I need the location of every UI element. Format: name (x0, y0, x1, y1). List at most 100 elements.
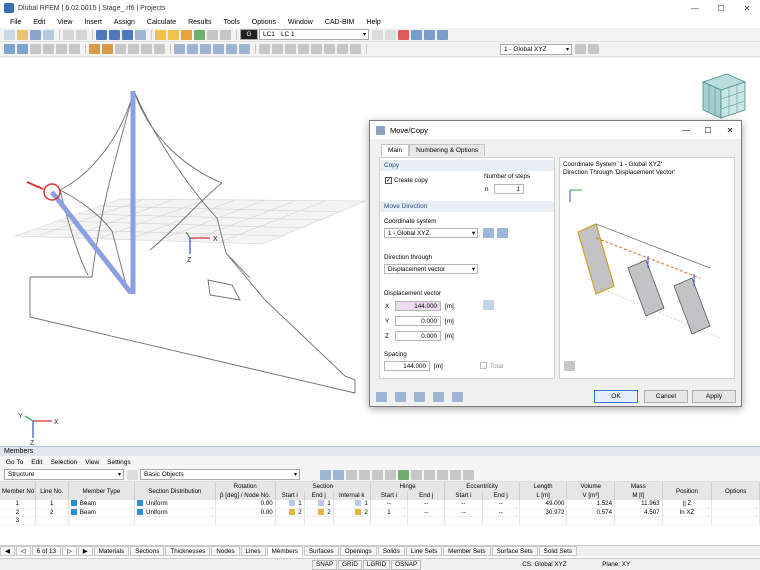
cell-rotation[interactable]: 0.00 (215, 500, 276, 509)
snap-toggle[interactable]: SNAP (312, 559, 338, 570)
table-tool-icon-7[interactable] (437, 469, 448, 480)
tab-openings[interactable]: Openings (339, 546, 377, 556)
direction-through-dropdown[interactable]: Displacement vector ▾ (384, 264, 478, 274)
dialog-title-bar[interactable]: Move/Copy — ☐ ✕ (370, 121, 741, 139)
redo-icon[interactable] (76, 29, 87, 40)
nav-last-icon[interactable]: ▶ (77, 546, 93, 556)
display-icon-6[interactable] (239, 44, 250, 54)
surface-icon[interactable] (69, 44, 80, 54)
grid-toggle[interactable]: GRID (338, 559, 362, 570)
result-icon[interactable] (411, 29, 422, 40)
osnap-toggle[interactable]: OSNAP (391, 559, 422, 570)
members-menu-goto[interactable]: Go To (2, 459, 27, 466)
total-checkbox[interactable] (480, 362, 487, 369)
members-menu-settings[interactable]: Settings (103, 459, 135, 466)
excel-icon[interactable] (398, 469, 409, 480)
cell-line-no[interactable]: 1 (35, 500, 69, 509)
tab-surfaces[interactable]: Surfaces (303, 546, 339, 556)
cell-position[interactable]: In XZ (662, 508, 713, 517)
menu-calculate[interactable]: Calculate (141, 19, 182, 26)
cell-volume[interactable]: 1.524 (566, 500, 616, 509)
cell-ecc-start[interactable] (444, 516, 483, 525)
tab-materials[interactable]: Materials (93, 546, 130, 556)
display-icon[interactable] (174, 44, 185, 54)
cell-mass[interactable]: 4.507 (614, 508, 663, 517)
cell-rotation[interactable] (215, 516, 276, 525)
check-icon[interactable] (194, 29, 205, 40)
menu-options[interactable]: Options (246, 19, 282, 26)
measure-icon-3[interactable] (285, 44, 296, 54)
edit-icon-4[interactable] (154, 44, 165, 54)
members-menu-view[interactable]: View (81, 459, 103, 466)
cell-rotation[interactable]: 0.00 (215, 508, 276, 517)
cell-ecc-end[interactable]: -- (482, 508, 520, 517)
cell-member-no[interactable]: 3 (0, 516, 36, 525)
table-tool-icon-5[interactable] (411, 469, 422, 480)
menu-cad-bim[interactable]: CAD-BIM (319, 19, 361, 26)
structure-dropdown[interactable]: Structure ▾ (4, 469, 124, 480)
new-file-icon[interactable] (4, 29, 15, 40)
cell-hinge-start[interactable] (370, 516, 409, 525)
menu-file[interactable]: File (4, 19, 27, 26)
cell-options[interactable] (711, 508, 760, 517)
result-display-icon[interactable] (398, 29, 409, 40)
table-row[interactable]: 2 2 Beam Uniform 0.00 2 2 2 1 -- -- -- 3… (0, 508, 760, 517)
measure-icon-5[interactable] (311, 44, 322, 54)
cell-hinge-start[interactable]: 1 (370, 508, 409, 517)
display-icon-2[interactable] (187, 44, 198, 54)
cell-volume[interactable]: 0.574 (566, 508, 616, 517)
z-displacement-input[interactable]: 0.000 (395, 331, 441, 341)
apply-button[interactable]: Apply (692, 390, 736, 403)
node-icon[interactable] (30, 44, 41, 54)
tab-nodes[interactable]: Nodes (211, 546, 240, 556)
cell-length[interactable]: 30.972 (519, 508, 568, 517)
filter-icon[interactable] (320, 469, 331, 480)
view-icon[interactable] (96, 29, 107, 40)
cell-section-internal[interactable]: 2 (333, 508, 371, 517)
cell-member-type[interactable]: Beam (68, 508, 136, 517)
nav-prev-icon[interactable] (127, 469, 138, 480)
tab-line-sets[interactable]: Line Sets (405, 546, 443, 556)
minimize-icon[interactable]: — (682, 0, 708, 16)
cell-section-end[interactable]: 1 (304, 500, 334, 509)
load-icon[interactable] (102, 44, 113, 54)
tab-thicknesses[interactable]: Thicknesses (165, 546, 211, 556)
tab-solids[interactable]: Solids (377, 546, 405, 556)
view-icon[interactable] (414, 392, 425, 402)
load-case-select[interactable]: LC1 LC 1 ▾ (259, 29, 369, 40)
cell-member-no[interactable]: 2 (0, 508, 36, 517)
measure-icon-7[interactable] (337, 44, 348, 54)
select-icon[interactable] (4, 44, 15, 54)
cell-ecc-end[interactable] (482, 516, 520, 525)
save-icon[interactable] (30, 29, 41, 40)
undo-icon[interactable] (63, 29, 74, 40)
support-icon[interactable] (89, 44, 100, 54)
cell-volume[interactable] (566, 516, 616, 525)
cell-section-start[interactable]: 2 (275, 508, 305, 517)
display-icon-5[interactable] (226, 44, 237, 54)
result-icon-2[interactable] (424, 29, 435, 40)
objects-dropdown[interactable]: Basic Objects ▾ (140, 469, 300, 480)
display-icon-3[interactable] (200, 44, 211, 54)
display-icon-4[interactable] (213, 44, 224, 54)
results-icon[interactable] (155, 29, 166, 40)
print-icon[interactable] (43, 29, 54, 40)
measure-icon-6[interactable] (324, 44, 335, 54)
nav-prev-icon[interactable]: ◁ (15, 546, 31, 556)
tab-lines[interactable]: Lines (240, 546, 266, 556)
cell-line-no[interactable] (35, 516, 69, 525)
menu-assign[interactable]: Assign (108, 19, 141, 26)
next-lc-icon[interactable] (385, 29, 396, 40)
open-folder-icon[interactable] (17, 29, 28, 40)
menu-insert[interactable]: Insert (78, 19, 108, 26)
nav-next-icon[interactable]: ▷ (61, 546, 77, 556)
tab-members[interactable]: Members (266, 546, 303, 556)
search-icon[interactable] (376, 392, 387, 402)
tab-solid-sets[interactable]: Solid Sets (538, 546, 577, 556)
display-icon[interactable] (433, 392, 444, 402)
cell-section-end[interactable] (304, 516, 334, 525)
cell-member-type[interactable]: Beam (68, 500, 136, 509)
edit-icon[interactable] (115, 44, 126, 54)
cell-line-no[interactable]: 2 (35, 508, 69, 517)
view-cube[interactable] (697, 72, 749, 122)
